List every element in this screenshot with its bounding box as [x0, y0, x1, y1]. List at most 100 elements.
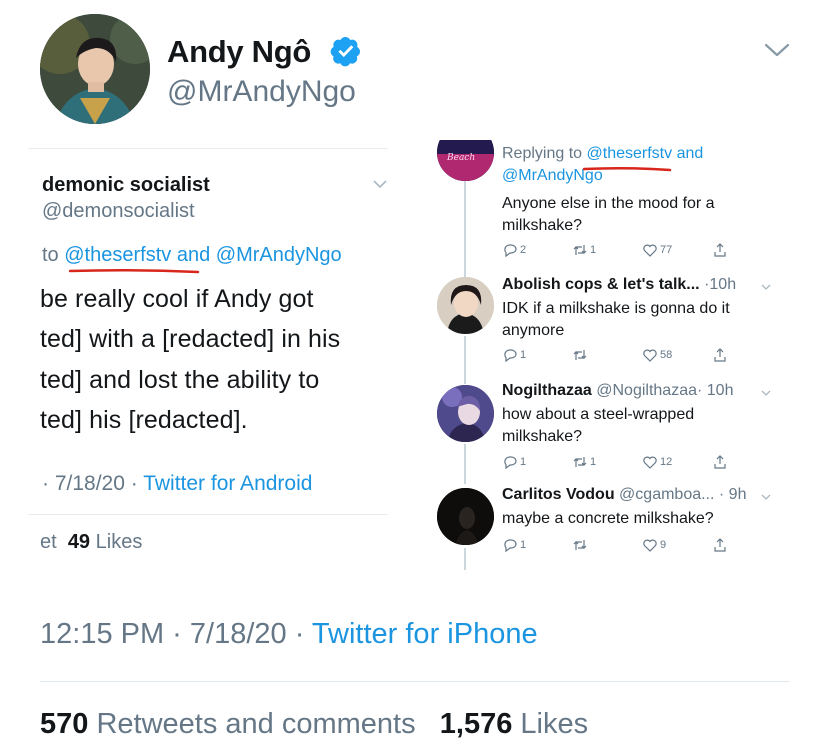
like-count: 12 — [660, 456, 673, 468]
tweet-timestamp: 12:15 PM · 7/18/20 · Twitter for iPhone — [40, 618, 538, 650]
retweet-icon — [573, 245, 587, 255]
retweets-label: Retweets and comments — [96, 708, 416, 740]
action-bar: 1 58 — [502, 347, 742, 363]
reply-avatar — [437, 385, 494, 442]
reply-action[interactable]: 1 — [502, 347, 526, 363]
retweet-action[interactable] — [572, 537, 590, 553]
tweet-time: 12:15 PM · 7/18/20 — [40, 618, 287, 650]
share-icon — [714, 243, 726, 257]
chevron-down-icon[interactable] — [760, 389, 772, 397]
chevron-down-icon[interactable] — [760, 493, 772, 501]
retweets-count: 570 — [40, 708, 89, 740]
left-replying-to: to @theserfstv and @MrAndyNgo — [42, 244, 342, 274]
reply-avatar — [437, 277, 494, 334]
reply-header: Carlitos Vodou @cgamboa... · 9h — [502, 486, 746, 504]
left-meta-source: Twitter for Android — [143, 472, 313, 495]
retweet-action[interactable]: 1 — [572, 454, 596, 470]
reply-avatar — [437, 488, 494, 545]
reply-action[interactable]: 2 — [502, 242, 526, 258]
like-count: 77 — [660, 244, 673, 256]
chevron-down-icon[interactable] — [762, 40, 792, 60]
reply-text: maybe a concrete milkshake? — [502, 510, 714, 527]
author-name[interactable]: Andy Ngô — [167, 34, 311, 70]
like-action[interactable]: 12 — [642, 454, 672, 470]
retweet-icon — [573, 350, 587, 360]
tweet-source-link[interactable]: Twitter for iPhone — [312, 618, 538, 650]
reply-prefix: Replying to — [502, 145, 583, 162]
reply-count: 2 — [520, 244, 527, 256]
reply-icon — [504, 456, 517, 470]
share-icon — [714, 538, 726, 552]
share-action[interactable] — [712, 454, 730, 470]
author-handle[interactable]: @MrAndyNgo — [167, 75, 356, 109]
reply-user-link: @theserfstv — [586, 145, 673, 162]
left-likes-count: 49 — [67, 531, 91, 553]
chevron-down-icon — [373, 180, 387, 189]
like-count: 9 — [660, 539, 667, 551]
reply-icon — [504, 349, 517, 363]
reply-author-name: Nogilthazaa — [502, 382, 592, 399]
like-action[interactable]: 58 — [642, 347, 672, 363]
retweets-stat[interactable]: 570 Retweets and comments — [40, 708, 416, 740]
divider — [28, 148, 388, 149]
share-action[interactable] — [712, 242, 730, 258]
divider — [40, 681, 790, 682]
left-body-line: be really cool if Andy got — [40, 285, 314, 313]
reply-time: · 9h — [718, 486, 747, 503]
reply-text: how about a steel-wrapped milkshake? — [502, 406, 695, 445]
red-underline-annotation — [582, 166, 672, 172]
reply-header: Abolish cops & let's talk... ·10h — [502, 276, 736, 294]
retweet-action[interactable]: 1 — [572, 242, 596, 258]
left-screenshot: demonic socialist @demonsocialist to @th… — [0, 148, 388, 568]
reply-text: Anyone else in the mood for a milkshake? — [502, 195, 715, 234]
retweet-icon — [573, 457, 587, 467]
reply-author-handle: @cgamboa... — [619, 486, 715, 503]
reply-prefix: to — [42, 244, 59, 266]
reply-and: and — [176, 244, 211, 266]
reply-count: 1 — [520, 349, 527, 361]
reply-icon — [504, 244, 517, 258]
left-author-name: demonic socialist — [42, 174, 210, 196]
reply-time: · 10h — [697, 382, 734, 399]
action-bar: 1 9 — [502, 537, 742, 553]
share-icon — [714, 348, 726, 362]
left-likes-label: Likes — [95, 531, 143, 553]
likes-label: Likes — [520, 708, 589, 740]
reply-avatar: Beach — [437, 140, 494, 181]
reply-author-name: Carlitos Vodou — [502, 486, 615, 503]
svg-text:Beach: Beach — [446, 153, 475, 163]
likes-stat[interactable]: 1,576 Likes — [440, 708, 588, 740]
share-icon — [714, 455, 726, 469]
verified-badge-icon — [330, 37, 360, 67]
retweet-icon — [573, 540, 587, 550]
author-avatar[interactable] — [40, 14, 150, 124]
retweet-count: 1 — [590, 456, 597, 468]
likes-count: 1,576 — [439, 708, 513, 740]
reply-action[interactable]: 1 — [502, 454, 526, 470]
left-meta-date: · 7/18/20 · — [42, 472, 138, 495]
thread-line — [464, 444, 466, 484]
like-icon — [643, 244, 657, 257]
chevron-down-icon[interactable] — [760, 283, 772, 291]
reply-text: IDK if a milkshake is gonna do it anymor… — [502, 300, 730, 339]
left-body-line: ted] and lost the ability to — [40, 366, 320, 394]
share-action[interactable] — [712, 537, 730, 553]
reply-author-name: Abolish cops & let's talk... — [502, 276, 700, 293]
like-action[interactable]: 9 — [642, 537, 666, 553]
like-action[interactable]: 77 — [642, 242, 672, 258]
tweet-stats: 570 Retweets and comments 1,576 Likes — [40, 708, 588, 741]
thread-line — [464, 548, 466, 570]
reply-user-link: @theserfstv — [64, 244, 172, 266]
share-action[interactable] — [712, 347, 730, 363]
retweet-action[interactable] — [572, 347, 590, 363]
retweet-count: 1 — [590, 244, 597, 256]
left-likes: et 49 Likes — [40, 531, 142, 554]
like-count: 58 — [660, 349, 673, 361]
reply-count: 1 — [520, 456, 527, 468]
left-meta: · 7/18/20 · Twitter for Android — [42, 472, 312, 496]
like-icon — [643, 539, 657, 552]
reply-header: Nogilthazaa @Nogilthazaa· 10h — [502, 382, 733, 400]
left-body-line: ted] with a [redacted] in his — [40, 325, 341, 353]
reply-action[interactable]: 1 — [502, 537, 526, 553]
reply-icon — [504, 539, 517, 553]
